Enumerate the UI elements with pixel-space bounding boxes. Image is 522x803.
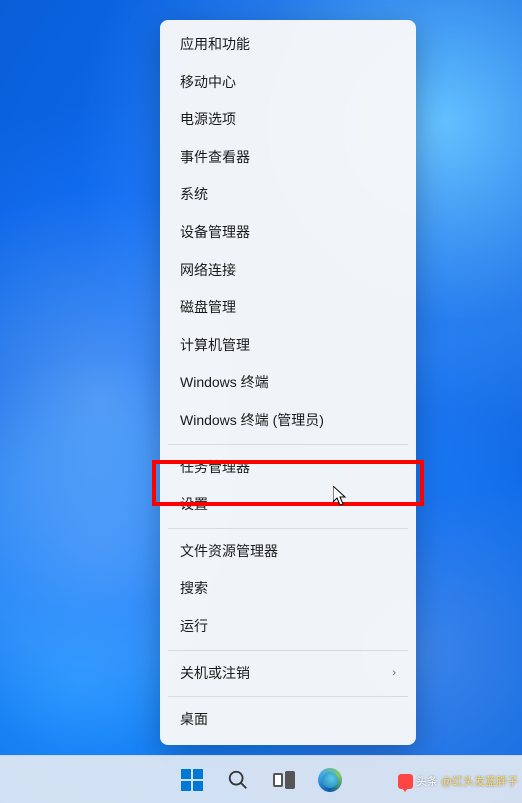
menu-item-label: 计算机管理 — [180, 336, 250, 356]
watermark-attribution: 头条 @红头发蓝胖子 — [398, 773, 522, 789]
menu-item-0[interactable]: 应用和功能 — [166, 26, 410, 64]
menu-item-label: 设备管理器 — [180, 223, 250, 243]
menu-item-label: 文件资源管理器 — [180, 542, 278, 562]
menu-item-label: 磁盘管理 — [180, 298, 236, 318]
menu-item-13[interactable]: 文件资源管理器 — [166, 533, 410, 571]
menu-separator — [168, 650, 408, 651]
task-view-button[interactable] — [264, 760, 304, 800]
menu-item-label: 搜索 — [180, 579, 208, 599]
menu-item-15[interactable]: 运行 — [166, 608, 410, 646]
menu-item-label: 桌面 — [180, 710, 208, 730]
menu-item-label: 网络连接 — [180, 261, 236, 281]
menu-item-label: 应用和功能 — [180, 35, 250, 55]
menu-item-label: Windows 终端 (管理员) — [180, 411, 324, 431]
menu-item-7[interactable]: 磁盘管理 — [166, 289, 410, 327]
menu-separator — [168, 528, 408, 529]
search-icon — [227, 769, 249, 791]
menu-item-17[interactable]: 桌面 — [166, 701, 410, 739]
chevron-right-icon: › — [392, 666, 396, 681]
menu-item-12[interactable]: 设置 — [166, 486, 410, 524]
menu-item-16[interactable]: 关机或注销 › — [166, 655, 410, 693]
menu-separator — [168, 444, 408, 445]
winx-context-menu: 应用和功能移动中心电源选项事件查看器系统设备管理器网络连接磁盘管理计算机管理 Wi… — [160, 20, 416, 745]
menu-item-label: 移动中心 — [180, 73, 236, 93]
menu-item-6[interactable]: 网络连接 — [166, 252, 410, 290]
menu-item-label: 运行 — [180, 617, 208, 637]
start-button[interactable] — [172, 760, 212, 800]
attribution-label: 头条 — [416, 773, 438, 789]
task-view-icon — [273, 771, 295, 789]
menu-item-5[interactable]: 设备管理器 — [166, 214, 410, 252]
menu-item-label: Windows 终端 — [180, 373, 269, 393]
menu-item-4[interactable]: 系统 — [166, 176, 410, 214]
menu-item-3[interactable]: 事件查看器 — [166, 139, 410, 177]
attribution-link: @红头发蓝胖子 — [441, 773, 518, 789]
taskbar-center-group — [172, 760, 350, 800]
menu-item-14[interactable]: 搜索 — [166, 570, 410, 608]
menu-item-9[interactable]: Windows 终端 — [166, 364, 410, 402]
edge-browser-button[interactable] — [310, 760, 350, 800]
menu-item-label: 任务管理器 — [180, 458, 250, 478]
edge-icon — [318, 768, 342, 792]
menu-separator — [168, 696, 408, 697]
menu-item-1[interactable]: 移动中心 — [166, 64, 410, 102]
menu-item-10[interactable]: Windows 终端 (管理员) — [166, 402, 410, 440]
menu-item-label: 关机或注销 — [180, 664, 250, 684]
menu-item-label: 电源选项 — [180, 110, 236, 130]
windows-logo-icon — [181, 769, 203, 791]
menu-item-label: 事件查看器 — [180, 148, 250, 168]
menu-item-8[interactable]: 计算机管理 — [166, 327, 410, 365]
menu-item-2[interactable]: 电源选项 — [166, 101, 410, 139]
toutiao-icon — [398, 774, 413, 789]
menu-item-label: 系统 — [180, 185, 208, 205]
menu-item-label: 设置 — [180, 495, 208, 515]
search-button[interactable] — [218, 760, 258, 800]
menu-item-11[interactable]: 任务管理器 — [166, 449, 410, 487]
